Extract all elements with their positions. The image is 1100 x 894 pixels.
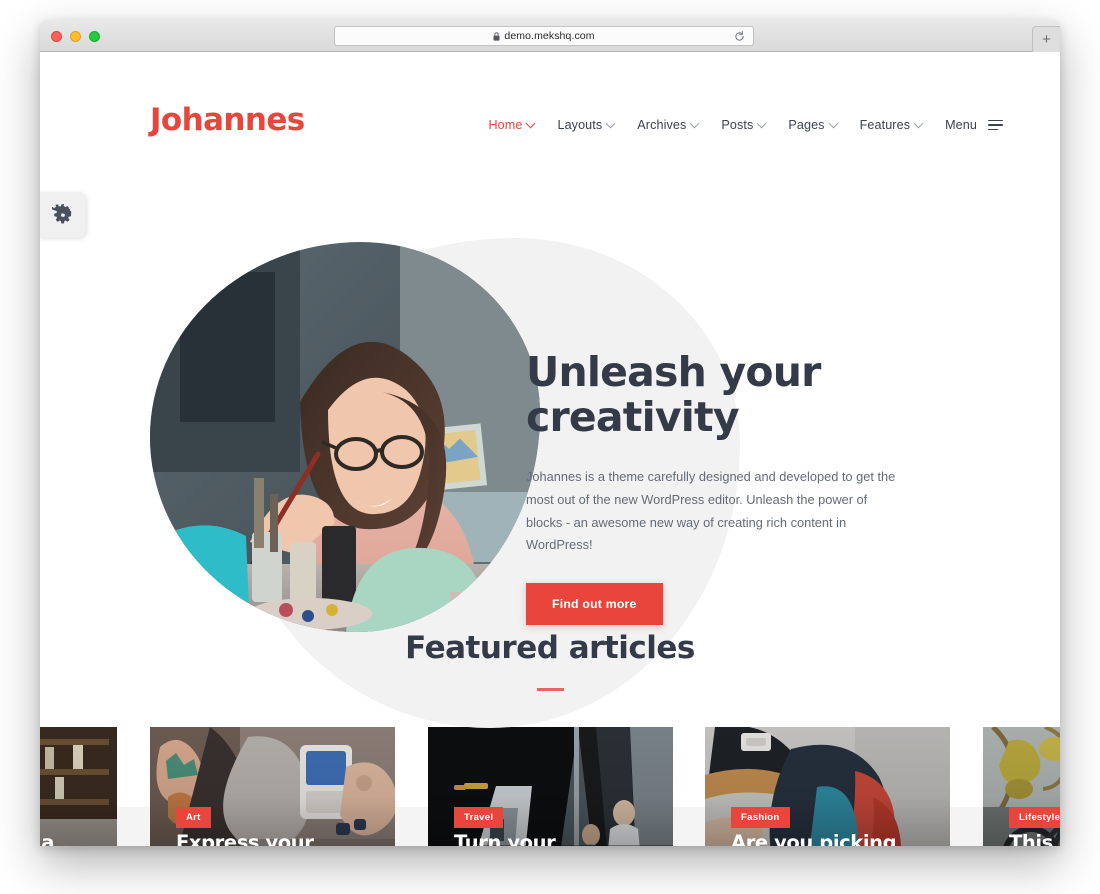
address-bar[interactable]: demo.mekshq.com [334,26,754,46]
card-overlay [705,727,950,846]
main-navigation: Home Layouts Archives Posts Pages Featur… [488,118,1003,132]
article-card[interactable]: Travel Turn your commute into a [428,727,673,846]
featured-cards-strip: m a [40,727,1060,846]
url-text: demo.mekshq.com [504,30,595,42]
chevron-down-icon [689,118,700,128]
nav-item-features[interactable]: Features [859,118,924,132]
card-title: Are you picking [731,831,897,846]
featured-articles-title: Featured articles [405,630,695,666]
nav-item-home[interactable]: Home [488,118,536,132]
card-overlay [983,727,1060,846]
site-logo[interactable]: Johannes [150,102,305,138]
page-viewport: Johannes Home Layouts Archives Posts Pag… [40,52,1060,846]
nav-item-layouts[interactable]: Layouts [557,118,616,132]
nav-label-home: Home [488,118,523,132]
hero-text-block: Unleash your creativity Johannes is a th… [526,348,916,626]
zoom-window-button[interactable] [89,31,100,42]
featured-articles-header: Featured articles [40,630,1060,691]
gear-icon [52,204,72,224]
settings-panel-toggle[interactable] [40,192,86,238]
article-card[interactable]: Lifestyle This i [983,727,1060,846]
hero-image [150,242,540,632]
new-tab-button[interactable]: + [1032,26,1060,52]
minimize-window-button[interactable] [70,31,81,42]
card-category-badge[interactable]: Lifestyle [1009,807,1060,828]
site-header: Johannes Home Layouts Archives Posts Pag… [40,52,1060,138]
close-window-button[interactable] [51,31,62,42]
chevron-down-icon [605,118,616,128]
article-card[interactable]: Art Express your [150,727,395,846]
hero-title: Unleash your creativity [526,348,916,442]
nav-label-layouts: Layouts [557,118,603,132]
lock-icon [493,31,500,41]
browser-window: demo.mekshq.com + Johannes Home Layouts [40,20,1060,846]
card-title: Express your [176,831,314,846]
card-overlay [40,727,117,846]
nav-label-features: Features [859,118,911,132]
card-category-badge[interactable]: Travel [454,807,504,828]
address-bar-content: demo.mekshq.com [493,30,594,42]
nav-label-pages: Pages [788,118,825,132]
nav-label-posts: Posts [721,118,754,132]
hero-section: Unleash your creativity Johannes is a th… [40,130,1060,728]
nav-item-archives[interactable]: Archives [637,118,700,132]
chevron-down-icon [526,118,536,128]
find-out-more-button[interactable]: Find out more [526,583,663,626]
nav-item-posts[interactable]: Posts [721,118,767,132]
nav-item-pages[interactable]: Pages [788,118,839,132]
card-overlay [428,727,673,846]
card-title: Turn your commute into a [454,831,556,846]
card-title: This i [1009,831,1060,846]
reload-icon[interactable] [734,30,745,43]
browser-titlebar: demo.mekshq.com + [40,20,1060,52]
nav-label-archives: Archives [637,118,687,132]
title-underline-accent [536,688,564,691]
hero-paragraph: Johannes is a theme carefully designed a… [526,469,896,553]
hero-title-line-2: creativity [526,393,740,442]
card-category-badge[interactable]: Fashion [731,807,790,828]
traffic-lights [51,31,100,42]
article-card[interactable]: m a [40,727,117,846]
nav-label-menu: Menu [945,118,977,132]
card-overlay [150,727,395,846]
nav-item-menu[interactable]: Menu [945,118,1003,132]
article-card[interactable]: Fashion Are you picking [705,727,950,846]
card-category-badge[interactable]: Art [176,807,211,828]
chevron-down-icon [828,118,839,128]
hamburger-menu-icon[interactable] [988,119,1003,131]
chevron-down-icon [913,118,924,128]
chevron-down-icon [756,118,767,128]
hero-title-line-1: Unleash your [526,348,821,396]
card-title: m a [40,831,55,846]
hero-image-canvas [150,242,540,632]
